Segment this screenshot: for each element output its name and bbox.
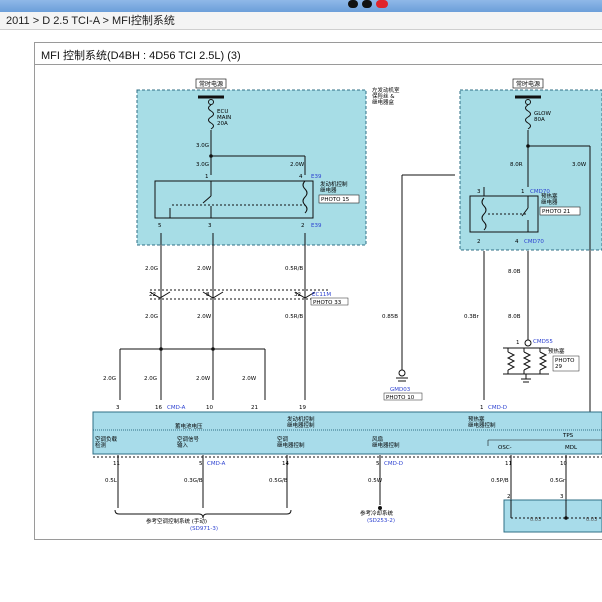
svg-text:2.0G: 2.0G: [145, 266, 158, 272]
svg-text:0.5R/B: 0.5R/B: [285, 314, 303, 320]
svg-text:5: 5: [158, 223, 162, 229]
svg-text:21: 21: [251, 405, 258, 411]
svg-text:3: 3: [477, 189, 481, 195]
left-fuse-box: 常时电源 ECU MAIN 20A 左发动机室保险丝 &继电器盒 3.0G 3.0G…: [136, 78, 400, 246]
svg-text:2.0G: 2.0G: [103, 376, 116, 382]
wiring-diagram: 常时电源 ECU MAIN 20A 左发动机室保险丝 &继电器盒 3.0G 3.0G…: [92, 78, 602, 533]
svg-text:0.3G/B: 0.3G/B: [184, 478, 203, 484]
left-wire-top: 3.0G: [196, 143, 209, 149]
sensor-box: 2 3 0.03 0.03: [503, 494, 602, 533]
svg-text:10: 10: [206, 405, 213, 411]
left-relay-photo: PHOTO 15: [321, 197, 350, 203]
svg-text:2.0G: 2.0G: [144, 376, 157, 382]
left-conn-bottom: E39: [311, 223, 322, 229]
svg-text:0.5P/B: 0.5P/B: [491, 478, 509, 484]
svg-text:0.5L: 0.5L: [105, 478, 118, 484]
module-conn-d: CMD-D: [488, 405, 507, 411]
ref-ac: 参考空调控制系统 (手动): [146, 517, 207, 525]
ecm-module: 3 16 CMD-A 10 21 19 1 CMD-D 蓄电池电压 发动机控制继…: [92, 405, 602, 455]
right-wire-w: 3.0W: [572, 162, 587, 168]
svg-text:3: 3: [208, 223, 212, 229]
glow-plug-group: 1 CMD55 预热塞 PHOTO 29: [503, 339, 580, 383]
svg-text:2.0W: 2.0W: [197, 314, 212, 320]
module-label-tps: TPS: [562, 433, 574, 439]
svg-text:0.5R/B: 0.5R/B: [285, 266, 303, 272]
svg-text:0.3Br: 0.3Br: [464, 314, 480, 320]
right-relay-photo: PHOTO 21: [542, 209, 570, 215]
left-conn-top: E39: [311, 174, 322, 180]
svg-text:1: 1: [516, 340, 520, 346]
ref-cool: 参考冷却系统: [360, 509, 394, 517]
svg-text:2.0W: 2.0W: [197, 266, 212, 272]
svg-text:16: 16: [155, 405, 162, 411]
middle-wire-labels: 2.0G 2.0W 0.5R/B 22 8 32 EC11M PHOTO 33 …: [103, 266, 521, 382]
svg-text:11: 11: [505, 461, 512, 467]
bottom-labels: 11 5 CMD-A 14 5 CMD-D 11 10 0.5L 0.3G/B …: [105, 461, 567, 532]
svg-text:0.5Gr: 0.5Gr: [550, 478, 566, 484]
bottom-conn-a: CMD-A: [207, 461, 226, 467]
right-wire-r: 8.0R: [510, 162, 523, 168]
svg-text:1: 1: [480, 405, 484, 411]
right-relay-label: 预热塞继电器: [541, 192, 558, 206]
right-power-label: 常时电源: [516, 80, 540, 88]
right-glow-box: 常时电源 GLOW 80A 8.0R 3.0W 3 1 CMD70 预热塞继电器 …: [459, 78, 602, 420]
svg-text:8.0B: 8.0B: [508, 269, 521, 275]
svg-text:2: 2: [507, 494, 511, 500]
left-box-note: 左发动机室保险丝 &继电器盒: [372, 86, 400, 106]
module-label-mdl: MDL: [565, 445, 578, 451]
svg-text:5: 5: [199, 461, 203, 467]
svg-text:1: 1: [521, 189, 525, 195]
ground-symbol: GMD03 PHOTO 10: [383, 369, 423, 401]
ref-cool-code: (SD253-2): [367, 518, 395, 524]
svg-text:0.5G/B: 0.5G/B: [269, 478, 288, 484]
module-label-battery: 蓄电池电压: [175, 422, 203, 430]
left-power-label: 常时电源: [199, 80, 223, 88]
svg-text:2: 2: [301, 223, 305, 229]
glow-conn: CMD55: [533, 339, 553, 345]
ref-ac-code: (SD971-3): [190, 526, 218, 532]
svg-text:0.5W: 0.5W: [368, 478, 383, 484]
svg-text:3: 3: [560, 494, 564, 500]
svg-text:2: 2: [477, 239, 481, 245]
svg-text:1: 1: [205, 174, 209, 180]
svg-text:8: 8: [206, 292, 210, 298]
svg-text:19: 19: [299, 405, 306, 411]
svg-text:0.03: 0.03: [530, 517, 541, 523]
bottom-conn-d: CMD-D: [384, 461, 403, 467]
left-wire-w: 2.0W: [290, 162, 305, 168]
svg-text:4: 4: [299, 174, 303, 180]
svg-text:22: 22: [149, 292, 156, 298]
ground-photo: PHOTO 10: [386, 395, 415, 401]
mid-conn-name: EC11M: [312, 292, 331, 298]
glow-label: 预热塞: [548, 347, 565, 355]
svg-text:10: 10: [560, 461, 567, 467]
svg-text:0.85B: 0.85B: [382, 314, 398, 320]
svg-text:14: 14: [282, 461, 289, 467]
svg-text:8.0B: 8.0B: [508, 314, 521, 320]
ground-name: GMD03: [390, 387, 411, 393]
svg-text:11: 11: [113, 461, 120, 467]
svg-text:2.0G: 2.0G: [145, 314, 158, 320]
module-label-osc: OSC-: [498, 445, 512, 451]
svg-text:4: 4: [515, 239, 519, 245]
module-label-engine-relay: 发动机控制继电器控制: [287, 415, 315, 429]
svg-text:5: 5: [376, 461, 380, 467]
svg-text:2.0W: 2.0W: [242, 376, 257, 382]
svg-text:2.0W: 2.0W: [196, 376, 211, 382]
svg-text:3: 3: [116, 405, 120, 411]
module-conn-a: CMD-A: [167, 405, 186, 411]
svg-text:0.03: 0.03: [586, 517, 597, 523]
svg-text:32: 32: [294, 292, 301, 298]
right-conn-bottom: CMD70: [524, 239, 544, 245]
left-wire-g: 3.0G: [196, 162, 209, 168]
mid-conn-photo: PHOTO 33: [313, 300, 342, 306]
